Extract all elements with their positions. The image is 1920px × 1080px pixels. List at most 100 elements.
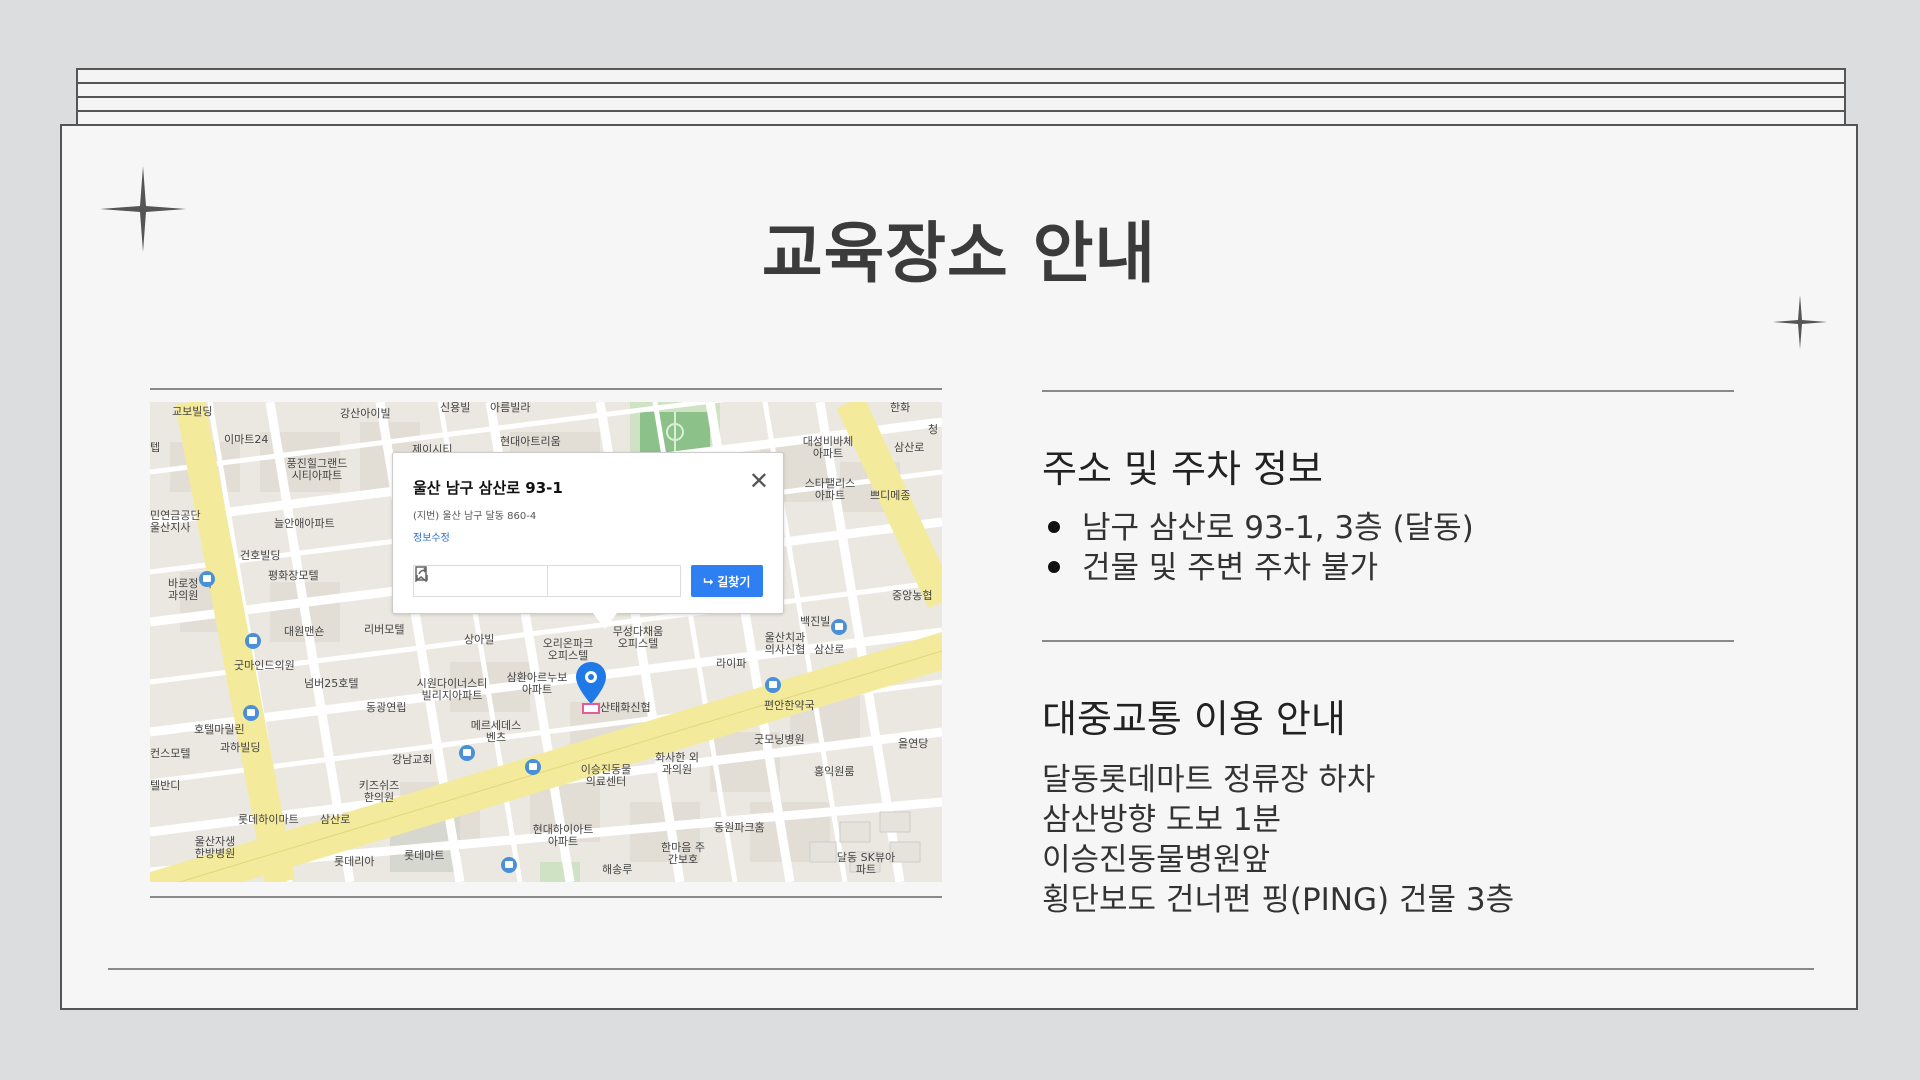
map-label: 라이파 — [716, 657, 747, 670]
map-label: 무성다채움 오피스텔 — [612, 625, 664, 650]
map-label: 과하빌딩 — [220, 741, 261, 754]
map-label: 키즈쉬즈 한의원 — [358, 779, 400, 804]
map-label: 늘안애아파트 — [274, 517, 335, 530]
address-bullet: 남구 삼산로 93-1, 3층 (달동) — [1048, 502, 1474, 547]
map-label: 한화 — [890, 402, 911, 414]
bottom-divider — [108, 968, 1814, 970]
page-title: 교육장소 안내 — [761, 215, 1157, 292]
map-label: 해송루 — [602, 863, 633, 876]
map-label: 울산자생 한방병원 — [194, 835, 236, 860]
popup-action-group — [413, 565, 681, 597]
bullet-text: 건물 및 주변 주차 불가 — [1082, 550, 1379, 586]
map-label: 삼환아르누보 아파트 — [506, 671, 568, 696]
map-label: 대성비바체 아파트 — [802, 435, 854, 460]
map-label: 이마트24 — [224, 433, 269, 446]
map-label: 롯데리아 — [334, 855, 375, 868]
map-label: 강산아이빌 — [340, 407, 391, 420]
bus-stop-icon[interactable] — [764, 676, 782, 694]
map-label: 한마음 주간보호 — [661, 841, 705, 866]
close-icon[interactable]: ✕ — [749, 469, 769, 493]
paper-stack-line — [76, 96, 1844, 98]
directions-label: 길찾기 — [717, 574, 751, 589]
map-label: 굿모닝병원 — [754, 733, 805, 746]
divider — [150, 896, 942, 898]
map-label: 대원맨숀 — [284, 625, 325, 638]
divider — [150, 388, 942, 390]
share-button[interactable] — [416, 566, 681, 596]
location-pin-icon[interactable] — [574, 660, 608, 714]
transit-line: 횡단보도 건너편 핑(PING) 건물 3층 — [1042, 882, 1515, 918]
map-label: 평화장모텔 — [268, 569, 319, 582]
transit-line: 달동롯데마트 정류장 하차 — [1042, 762, 1376, 798]
share-icon — [416, 567, 428, 581]
slide: 교육장소 안내 교보빌딩 이마트24 강산아이빌 제이시티 신용빌 아름빌라 현… — [60, 124, 1858, 1010]
map-label: 굿마인드의원 — [234, 659, 295, 672]
bus-stop-icon[interactable] — [242, 704, 260, 722]
map-label: 건호빌딩 — [240, 549, 281, 562]
map-label: 백진빌 — [800, 615, 831, 628]
map-label: 풍진힐그랜드 시티아파트 — [286, 457, 348, 482]
bus-stop-icon[interactable] — [830, 618, 848, 636]
map-label: 아름빌라 — [490, 402, 531, 414]
bullet-dot — [1048, 560, 1060, 573]
map-label: 호텔마릴린 — [194, 723, 245, 736]
popup-address: 울산 남구 삼산로 93-1 — [413, 479, 563, 497]
divider — [1042, 640, 1734, 642]
map-label: 신용빌 — [440, 402, 471, 414]
address-bullet: 건물 및 주변 주차 불가 — [1048, 542, 1378, 587]
directions-icon: ⮡ — [703, 573, 714, 588]
map-label: 컨스모텔 — [150, 747, 191, 760]
map-label: 삼산로 — [894, 441, 925, 454]
map-label: 텝 — [150, 441, 161, 454]
map-view[interactable]: 교보빌딩 이마트24 강산아이빌 제이시티 신용빌 아름빌라 현대아트리움 풍진… — [150, 402, 942, 882]
bus-stop-icon[interactable] — [458, 744, 476, 762]
map-label: 리버모텔 — [364, 623, 405, 636]
map-label: 롯데하이마트 — [238, 813, 299, 826]
map-label: 삼산로 — [320, 813, 351, 826]
map-label: 이승진동물 의료센터 — [580, 763, 632, 788]
map-label: 현대아트리움 — [500, 435, 561, 448]
map-label: 동광연립 — [366, 701, 407, 714]
popup-lot-address: (지번) 울산 남구 달동 860-4 — [413, 511, 537, 522]
bus-stop-icon[interactable] — [524, 758, 542, 776]
map-label: 오리온파크 오피스텔 — [542, 637, 594, 662]
bullet-text: 남구 삼산로 93-1, 3층 (달동) — [1082, 510, 1474, 546]
bus-stop-icon[interactable] — [500, 856, 518, 874]
map-label: 동원파크홈 — [714, 821, 765, 834]
map-label: 삼산로 — [814, 643, 845, 656]
bus-stop-icon[interactable] — [244, 632, 262, 650]
map-label: 청 — [928, 423, 939, 436]
save-button[interactable] — [414, 566, 547, 596]
divider — [1042, 390, 1734, 392]
transit-line: 삼산방향 도보 1분 — [1042, 802, 1282, 838]
map-label: 민연금공단 울산지사 — [150, 509, 201, 534]
map-label: 홍익원룸 — [814, 765, 855, 778]
bullet-dot — [1048, 520, 1060, 533]
map-label: 상아빌 — [464, 633, 495, 646]
place-info-popup: 울산 남구 삼산로 93-1 (지번) 울산 남구 달동 860-4 정보수정 … — [392, 452, 784, 629]
map-label: 을연당 — [898, 737, 929, 750]
map-label: 강남교회 — [392, 753, 433, 766]
map-label: 시원다이너스티 빌리지아파트 — [416, 677, 488, 702]
edit-info-link[interactable]: 정보수정 — [413, 529, 450, 544]
map-label: 롯데마트 — [404, 849, 445, 862]
map-label: 쁘디메종 — [870, 489, 911, 502]
map-label: 현대하이아트 아파트 — [532, 823, 594, 848]
map-label: 교보빌딩 — [172, 405, 213, 418]
paper-stack-line — [76, 82, 1844, 84]
paper-stack-line — [76, 110, 1844, 112]
address-section-title: 주소 및 주차 정보 — [1042, 447, 1323, 491]
map-label: 울산치과 의사신협 — [764, 631, 806, 656]
map-label: 중앙농협 — [892, 589, 933, 602]
map-label: 화사한 외과의원 — [655, 751, 699, 776]
transit-section-title: 대중교통 이용 안내 — [1042, 697, 1346, 741]
map-label: 메르세데스 벤츠 — [470, 719, 522, 744]
map-label: 달동 SK뷰아파트 — [836, 851, 896, 876]
sparkle-icon — [1773, 295, 1827, 349]
map-label: 넘버25호텔 — [304, 677, 359, 690]
directions-button[interactable]: ⮡ 길찾기 — [691, 565, 763, 597]
bus-stop-icon[interactable] — [198, 570, 216, 588]
map-label: 스타팰리스 아파트 — [804, 477, 856, 502]
map-label: 편안한약국 — [764, 699, 815, 712]
map-label: 텔반디 — [150, 779, 181, 792]
